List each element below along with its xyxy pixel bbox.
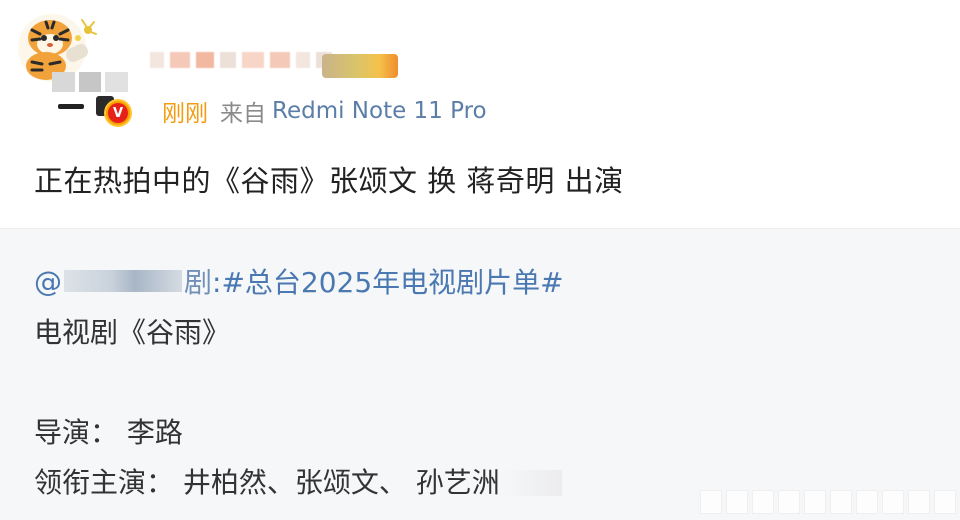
username-blurred-left bbox=[52, 72, 129, 92]
mention-prefix: @ bbox=[34, 264, 62, 298]
level-badge-icon[interactable] bbox=[322, 54, 398, 78]
hashtag-link[interactable]: :#总台2025年电视剧片单# bbox=[212, 261, 564, 301]
watermark-blurred bbox=[700, 484, 960, 520]
verified-mark: V bbox=[108, 103, 128, 123]
repost-cast: 领衔主演： 井柏然、张颂文、 孙艺洲 bbox=[34, 466, 500, 499]
post-meta: 刚刚 来自 Redmi Note 11 Pro bbox=[162, 94, 487, 128]
post-source-prefix: 来自 bbox=[220, 101, 266, 127]
post-source-device[interactable]: Redmi Note 11 Pro bbox=[272, 98, 487, 124]
repost-director: 导演： 李路 bbox=[34, 416, 183, 449]
verified-badge-icon: V bbox=[104, 99, 132, 127]
author-name-blurred bbox=[64, 270, 182, 292]
reposted-content[interactable]: @ 剧 :#总台2025年电视剧片单# 电视剧《谷雨》 导演： 李路 领衔主演：… bbox=[0, 228, 960, 520]
username-blurred bbox=[150, 52, 332, 78]
post-text: 正在热拍中的《谷雨》张颂文 换 蒋奇明 出演 bbox=[34, 164, 624, 198]
weibo-post: V 刚刚 来自 Redmi Note 11 Pro 正在热拍中的《谷雨》张颂文 … bbox=[0, 0, 960, 228]
post-time: 刚刚 bbox=[162, 101, 208, 127]
repost-title: 电视剧《谷雨》 bbox=[34, 316, 231, 349]
name-fragment bbox=[58, 103, 84, 109]
author-name-tail: 剧 bbox=[184, 266, 213, 299]
cast-blur-overlay bbox=[502, 470, 562, 496]
repost-author-line[interactable]: @ 剧 :#总台2025年电视剧片单# bbox=[34, 261, 564, 301]
